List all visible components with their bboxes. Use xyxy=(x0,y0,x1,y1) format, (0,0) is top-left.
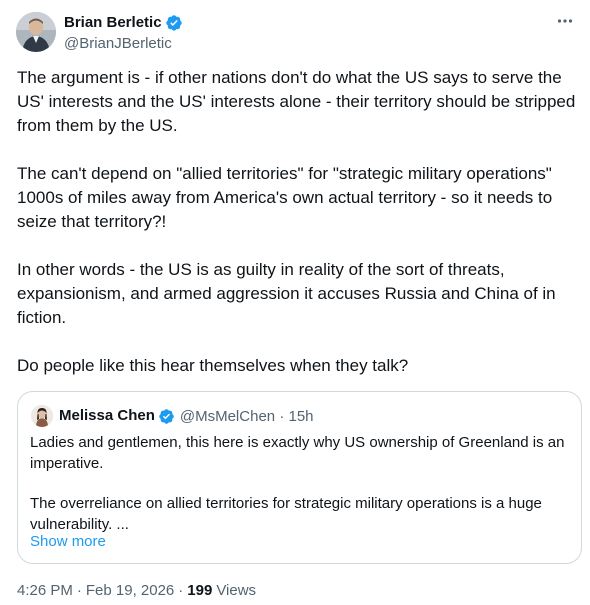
tweet-paragraph: The can't depend on "allied territories"… xyxy=(17,164,553,231)
quoted-paragraph: The overreliance on allied territories f… xyxy=(30,495,542,533)
views-label: Views xyxy=(216,582,257,599)
views-count[interactable]: 199 xyxy=(187,581,212,601)
tweet-card: Brian Berletic @BrianJBerletic The argum… xyxy=(0,0,590,605)
tweet-date[interactable]: Feb 19, 2026 xyxy=(86,581,174,601)
footer-separator: · xyxy=(76,582,82,599)
tweet-footer: 4:26 PM · Feb 19, 2026 · 199 Views xyxy=(17,581,256,601)
verified-badge-icon xyxy=(158,408,175,425)
footer-separator: · xyxy=(178,582,184,599)
quoted-author-handle[interactable]: @MsMelChen xyxy=(180,408,275,425)
tweet-paragraph: Do people like this hear themselves when… xyxy=(17,356,409,375)
author-handle[interactable]: @BrianJBerletic xyxy=(64,34,172,54)
quoted-tweet-text: Ladies and gentlemen, this here is exact… xyxy=(30,432,570,535)
quoted-tweet[interactable]: Melissa Chen @MsMelChen · 15h Ladies and… xyxy=(17,391,582,564)
meta-separator: · xyxy=(279,407,285,425)
author-avatar[interactable] xyxy=(16,12,56,52)
tweet-text: The argument is - if other nations don't… xyxy=(17,66,577,378)
show-more-link[interactable]: Show more xyxy=(30,532,106,552)
quoted-tweet-age[interactable]: 15h xyxy=(288,408,313,425)
quoted-paragraph: Ladies and gentlemen, this here is exact… xyxy=(30,434,565,472)
author-name[interactable]: Brian Berletic xyxy=(64,13,162,33)
tweet-paragraph: In other words - the US is as guilty in … xyxy=(17,260,556,327)
verified-badge-icon xyxy=(165,14,183,32)
tweet-paragraph: The argument is - if other nations don't… xyxy=(17,68,576,135)
quoted-author-name[interactable]: Melissa Chen xyxy=(59,406,155,426)
quoted-author-avatar[interactable] xyxy=(31,405,53,427)
more-options-button[interactable] xyxy=(554,12,576,34)
more-horizontal-icon xyxy=(556,12,574,35)
tweet-time[interactable]: 4:26 PM xyxy=(17,581,73,601)
